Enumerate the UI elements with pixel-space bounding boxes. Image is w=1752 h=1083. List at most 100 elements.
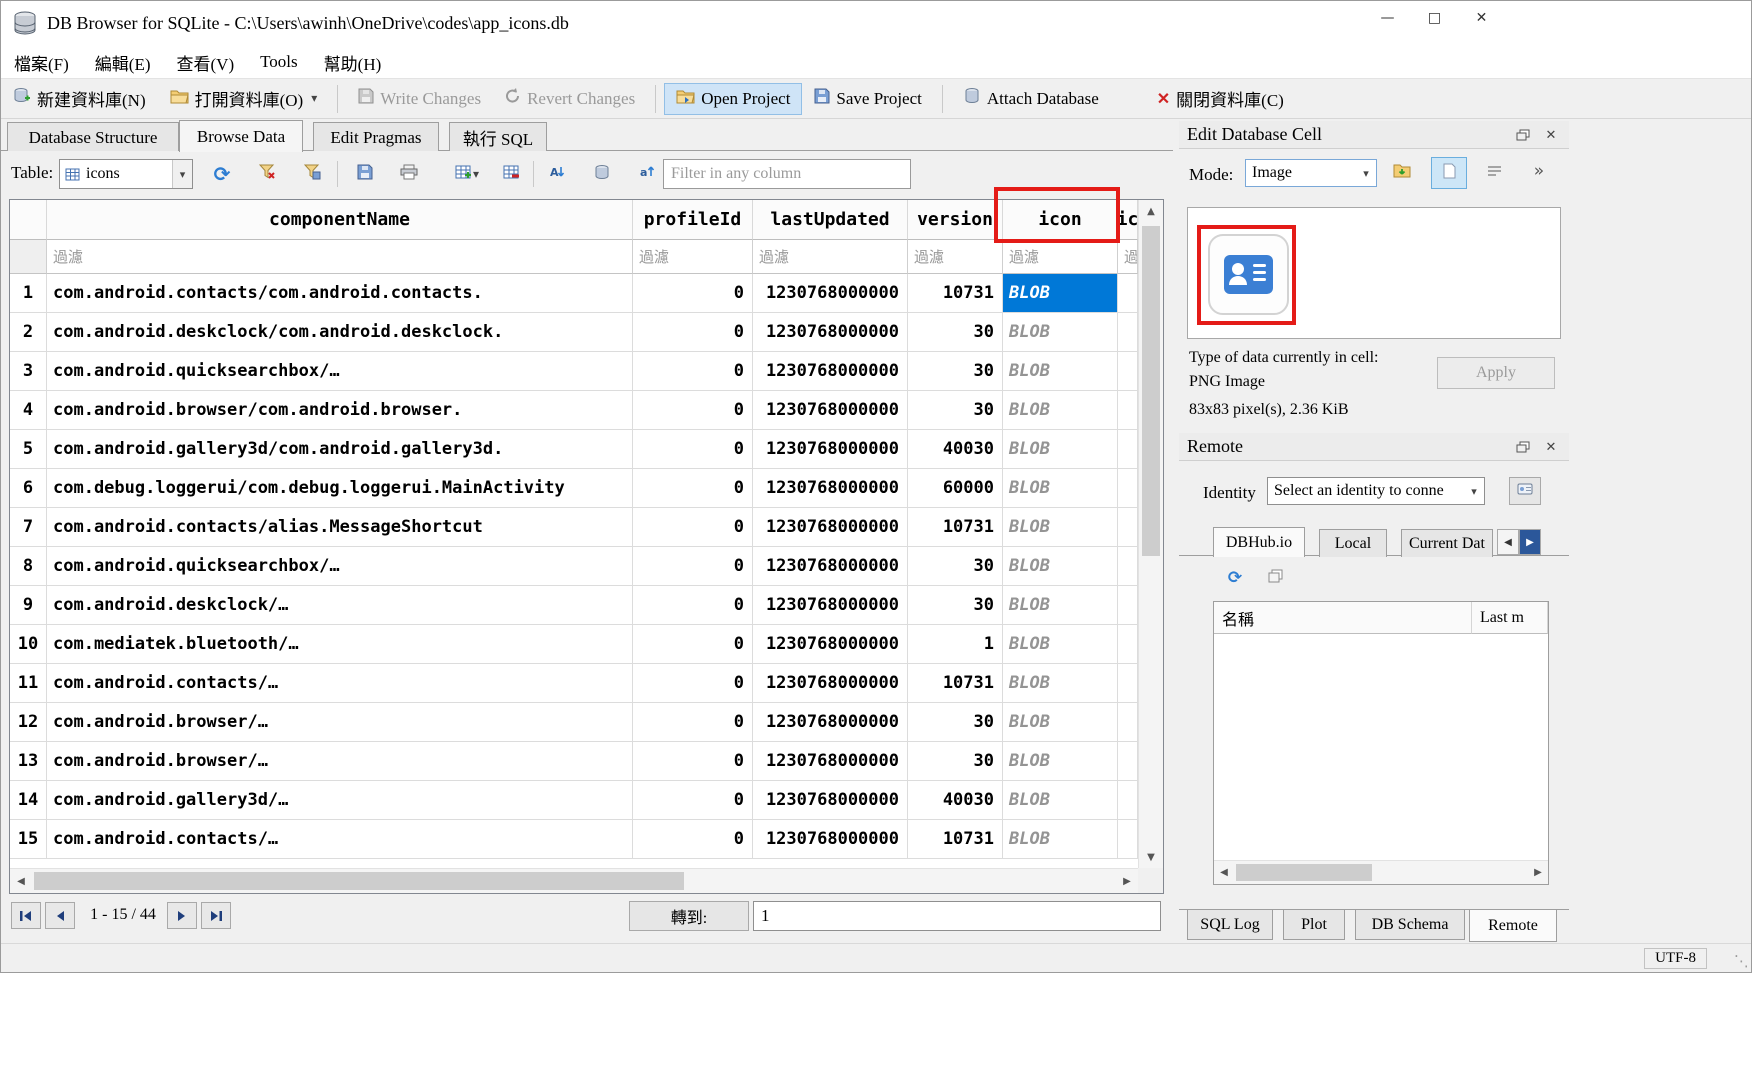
remote-column-name[interactable]: 名稱 xyxy=(1214,602,1472,634)
filter-input-componentname[interactable]: 過濾 xyxy=(47,240,633,274)
attach-database-button[interactable]: Attach Database xyxy=(951,83,1111,115)
clear-filters-button[interactable] xyxy=(251,159,283,189)
first-record-button[interactable] xyxy=(11,902,41,929)
horizontal-scrollbar[interactable]: ◀ ▶ xyxy=(10,868,1138,893)
horizontal-scroll-thumb[interactable] xyxy=(34,872,684,890)
cell-icon[interactable]: BLOB xyxy=(1003,274,1118,313)
previous-record-button[interactable] xyxy=(45,902,75,929)
cell-extra[interactable] xyxy=(1118,820,1138,859)
cell-lastupdated[interactable]: 1230768000000 xyxy=(753,742,908,781)
last-record-button[interactable] xyxy=(201,902,231,929)
cell-icon[interactable]: BLOB xyxy=(1003,391,1118,430)
cell-profileid[interactable]: 0 xyxy=(633,703,753,742)
cell-componentname[interactable]: com.android.browser/… xyxy=(47,703,633,742)
cell-componentname[interactable]: com.android.contacts/… xyxy=(47,820,633,859)
cell-icon[interactable]: BLOB xyxy=(1003,664,1118,703)
cell-version[interactable]: 30 xyxy=(908,313,1003,352)
cell-extra[interactable] xyxy=(1118,781,1138,820)
remote-horizontal-scrollbar[interactable]: ◀ ▶ xyxy=(1214,860,1548,884)
cell-profileid[interactable]: 0 xyxy=(633,820,753,859)
cell-lastupdated[interactable]: 1230768000000 xyxy=(753,625,908,664)
cell-componentname[interactable]: com.android.browser/com.android.browser. xyxy=(47,391,633,430)
cell-icon[interactable]: BLOB xyxy=(1003,430,1118,469)
vertical-scrollbar[interactable]: ▲ ▼ xyxy=(1138,200,1163,868)
goto-button[interactable]: 轉到: xyxy=(629,901,749,931)
cell-lastupdated[interactable]: 1230768000000 xyxy=(753,703,908,742)
insert-record-button[interactable]: ▾ xyxy=(445,159,489,189)
save-project-button[interactable]: Save Project xyxy=(802,83,933,115)
cell-icon[interactable]: BLOB xyxy=(1003,703,1118,742)
cell-profileid[interactable]: 0 xyxy=(633,313,753,352)
cell-version[interactable]: 10731 xyxy=(908,664,1003,703)
scroll-right-icon[interactable]: ▶ xyxy=(1116,869,1138,893)
cell-componentname[interactable]: com.android.quicksearchbox/… xyxy=(47,547,633,586)
filter-input-profileid[interactable]: 過濾 xyxy=(633,240,753,274)
new-database-button[interactable]: 新建資料庫(N) xyxy=(1,83,158,115)
cell-extra[interactable] xyxy=(1118,664,1138,703)
sort-desc-button[interactable]: a xyxy=(631,159,663,189)
cell-icon[interactable]: BLOB xyxy=(1003,469,1118,508)
cell-profileid[interactable]: 0 xyxy=(633,625,753,664)
cell-icon[interactable]: BLOB xyxy=(1003,313,1118,352)
remote-tab-current-database[interactable]: Current Dat xyxy=(1401,529,1493,557)
cell-profileid[interactable]: 0 xyxy=(633,742,753,781)
mode-select[interactable]: Image ▾ xyxy=(1245,159,1377,187)
column-header-lastupdated[interactable]: lastUpdated xyxy=(753,200,908,240)
cell-lastupdated[interactable]: 1230768000000 xyxy=(753,664,908,703)
cell-profileid[interactable]: 0 xyxy=(633,391,753,430)
dock-tab-sql-log[interactable]: SQL Log xyxy=(1187,910,1273,940)
cell-componentname[interactable]: com.android.contacts/… xyxy=(47,664,633,703)
sort-asc-button[interactable]: A xyxy=(541,159,573,189)
delete-record-button[interactable] xyxy=(495,159,527,189)
remote-scroll-thumb[interactable] xyxy=(1236,864,1372,881)
dock-tab-plot[interactable]: Plot xyxy=(1283,910,1345,940)
cell-profileid[interactable]: 0 xyxy=(633,430,753,469)
float-panel-icon[interactable] xyxy=(1511,125,1535,145)
save-filter-button[interactable] xyxy=(296,159,328,189)
tab-scroll-left-icon[interactable]: ◀ xyxy=(1497,529,1519,555)
cell-extra[interactable] xyxy=(1118,313,1138,352)
tab-edit-pragmas[interactable]: Edit Pragmas xyxy=(313,122,439,152)
resize-grip[interactable]: ⋱ xyxy=(1734,952,1749,970)
column-header-icon[interactable]: icon xyxy=(1003,200,1118,240)
cell-profileid[interactable]: 0 xyxy=(633,586,753,625)
cell-componentname[interactable]: com.android.gallery3d/… xyxy=(47,781,633,820)
cell-version[interactable]: 30 xyxy=(908,391,1003,430)
open-project-button[interactable]: Open Project xyxy=(664,83,802,115)
close-panel-icon[interactable]: ✕ xyxy=(1539,437,1563,457)
remote-refresh-button[interactable]: ⟳ xyxy=(1221,565,1249,591)
cell-extra[interactable] xyxy=(1118,547,1138,586)
cell-version[interactable]: 10731 xyxy=(908,274,1003,313)
column-header-version[interactable]: version xyxy=(908,200,1003,240)
cell-lastupdated[interactable]: 1230768000000 xyxy=(753,508,908,547)
cell-extra[interactable] xyxy=(1118,625,1138,664)
apply-button[interactable]: Apply xyxy=(1437,357,1555,389)
cell-extra[interactable] xyxy=(1118,391,1138,430)
cell-version[interactable]: 30 xyxy=(908,547,1003,586)
write-changes-button[interactable]: Write Changes xyxy=(346,83,493,115)
cell-extra[interactable] xyxy=(1118,352,1138,391)
cell-extra[interactable] xyxy=(1118,703,1138,742)
cell-componentname[interactable]: com.debug.loggerui/com.debug.loggerui.Ma… xyxy=(47,469,633,508)
cell-lastupdated[interactable]: 1230768000000 xyxy=(753,781,908,820)
cell-lastupdated[interactable]: 1230768000000 xyxy=(753,586,908,625)
minimize-button[interactable]: — xyxy=(1364,1,1411,35)
menu-tools[interactable]: Tools xyxy=(247,48,311,76)
cell-lastupdated[interactable]: 1230768000000 xyxy=(753,352,908,391)
cell-componentname[interactable]: com.android.quicksearchbox/… xyxy=(47,352,633,391)
cell-icon[interactable]: BLOB xyxy=(1003,820,1118,859)
filter-input-extra[interactable]: 過濾 xyxy=(1118,240,1138,274)
cell-profileid[interactable]: 0 xyxy=(633,352,753,391)
tab-execute-sql[interactable]: 執行 SQL xyxy=(449,122,547,152)
cell-extra[interactable] xyxy=(1118,586,1138,625)
menu-view[interactable]: 查看(V) xyxy=(164,46,248,79)
remote-tab-dbhub[interactable]: DBHub.io xyxy=(1213,527,1305,557)
cell-version[interactable]: 40030 xyxy=(908,781,1003,820)
scroll-left-icon[interactable]: ◀ xyxy=(1214,861,1234,884)
cell-profileid[interactable]: 0 xyxy=(633,664,753,703)
cell-componentname[interactable]: com.android.deskclock/… xyxy=(47,586,633,625)
column-header-extra[interactable]: ic xyxy=(1118,200,1138,240)
cell-icon[interactable]: BLOB xyxy=(1003,547,1118,586)
cell-profileid[interactable]: 0 xyxy=(633,508,753,547)
maximize-button[interactable]: □ xyxy=(1411,1,1458,35)
